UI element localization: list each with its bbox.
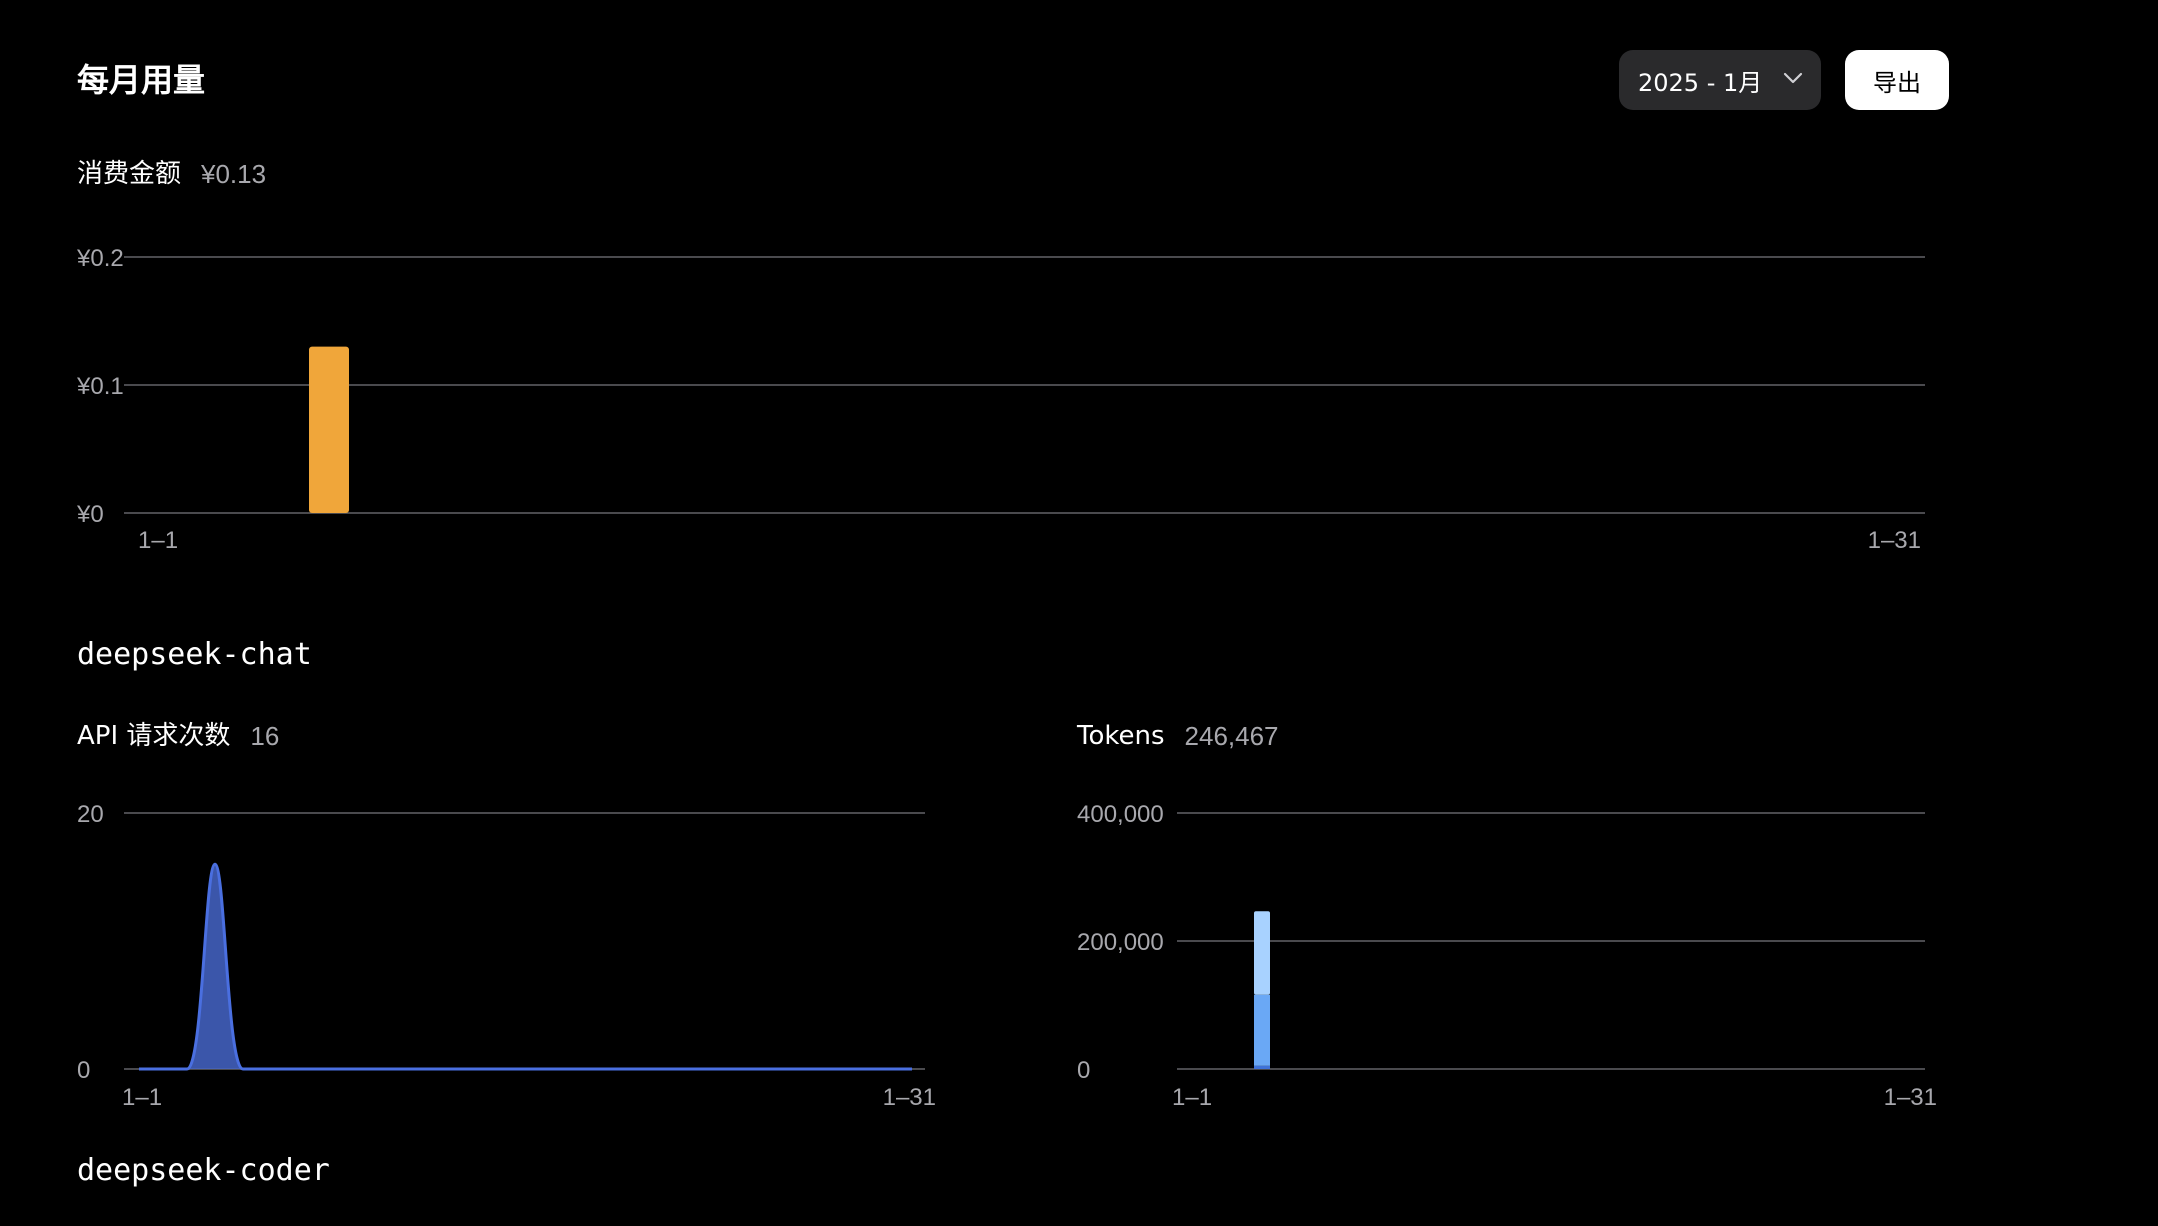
model-name-coder: deepseek-coder xyxy=(77,1153,330,1188)
y-tick-label: 20 xyxy=(77,801,104,828)
tokens-bar-segment xyxy=(1254,994,1270,1066)
x-tick-label: 1–1 xyxy=(122,1084,162,1111)
y-tick-label: ¥0.1 xyxy=(76,373,124,400)
month-select[interactable]: 2025 - 1月 xyxy=(1619,50,1821,110)
page-title: 每月用量 xyxy=(77,61,206,99)
spend-bar xyxy=(309,346,349,513)
tokens-bar-segment xyxy=(1254,1065,1270,1069)
y-tick-label: 0 xyxy=(77,1057,90,1084)
model-name: deepseek-chat xyxy=(77,637,312,672)
y-tick-label: ¥0.2 xyxy=(76,245,124,272)
tokens-value: 246,467 xyxy=(1184,721,1279,751)
x-tick-label: 1–31 xyxy=(1884,1084,1937,1111)
x-tick-label: 1–31 xyxy=(1868,527,1921,554)
requests-area xyxy=(139,864,912,1069)
requests-metric: API 请求次数 16 xyxy=(77,719,279,753)
spend-value: ¥0.13 xyxy=(201,159,267,189)
y-tick-label: 0 xyxy=(1077,1057,1090,1084)
spend-chart: ¥0 ¥0.1 ¥0.2 1–1 1–31 xyxy=(76,245,1925,554)
chevron-down-icon xyxy=(1783,72,1803,84)
requests-chart: 0 20 1–1 1–31 xyxy=(77,801,936,1111)
y-tick-label: ¥0 xyxy=(76,501,104,528)
x-tick-label: 1–31 xyxy=(883,1084,936,1111)
requests-label: API 请求次数 xyxy=(77,721,231,751)
x-tick-label: 1–1 xyxy=(138,527,178,554)
y-tick-label: 200,000 xyxy=(1077,929,1164,956)
requests-line xyxy=(139,862,912,1071)
tokens-metric: Tokens 246,467 xyxy=(1077,719,1279,753)
tokens-label: Tokens xyxy=(1077,721,1165,751)
export-button[interactable]: 导出 xyxy=(1845,50,1949,110)
y-tick-label: 400,000 xyxy=(1077,801,1164,828)
spend-metric: 消费金额 ¥0.13 xyxy=(77,157,266,191)
requests-value: 16 xyxy=(250,721,280,751)
tokens-chart: 0 200,000 400,000 1–1 1–31 xyxy=(1077,801,1937,1111)
spend-label: 消费金额 xyxy=(77,159,182,189)
x-tick-label: 1–1 xyxy=(1172,1084,1212,1111)
month-select-value: 2025 - 1月 xyxy=(1638,68,1763,97)
tokens-bar-segment xyxy=(1254,911,1270,995)
